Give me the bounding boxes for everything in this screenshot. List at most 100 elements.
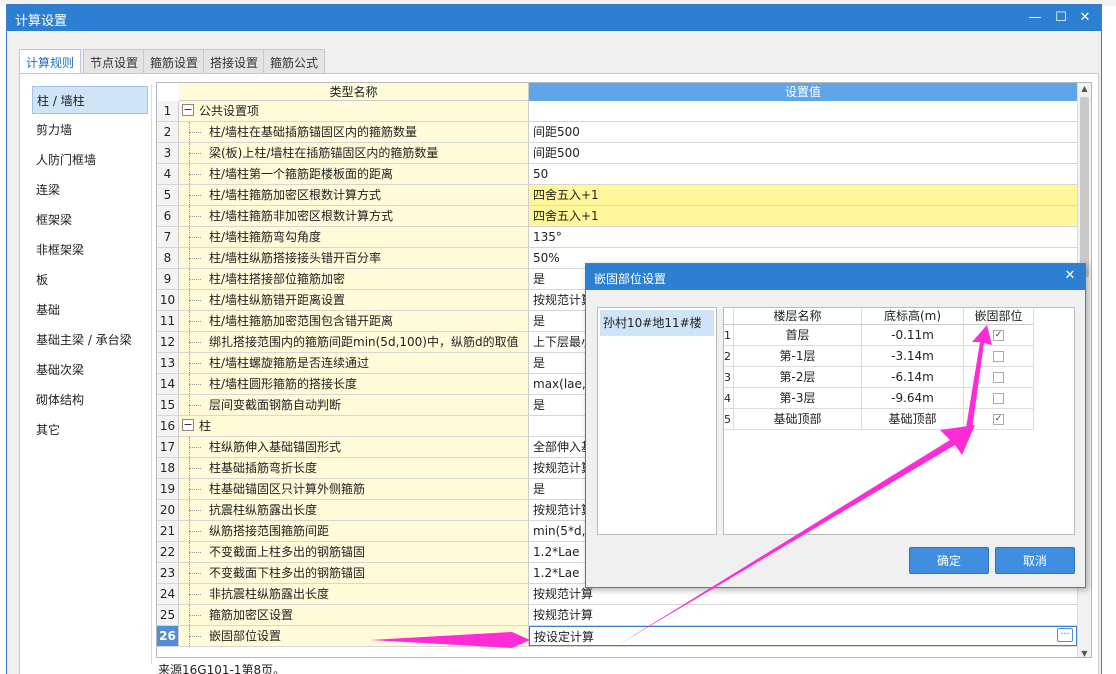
tree-branch bbox=[189, 489, 201, 490]
row-type-name[interactable]: − 公共设置项 bbox=[179, 101, 529, 121]
row-label: 层间变截面钢筋自动判断 bbox=[209, 398, 342, 412]
row-type-name[interactable]: 柱纵筋伸入基础锚固形式 bbox=[179, 437, 529, 457]
nav-coupling-beam[interactable]: 连梁 bbox=[32, 176, 148, 204]
table-row[interactable]: 26 嵌固部位设置 按设定计算 ··· bbox=[157, 626, 1077, 647]
collapse-icon[interactable]: − bbox=[182, 419, 194, 431]
collapse-icon[interactable]: − bbox=[182, 104, 194, 116]
cancel-button[interactable]: 取消 bbox=[995, 547, 1075, 574]
row-type-name[interactable]: − 柱 bbox=[179, 416, 529, 436]
nav-slab[interactable]: 板 bbox=[32, 266, 148, 294]
scroll-down-icon[interactable]: ▼ bbox=[1080, 649, 1089, 657]
row-type-name[interactable]: 箍筋加密区设置 bbox=[179, 605, 529, 625]
minimize-button[interactable]: — bbox=[1025, 8, 1045, 28]
row-setting-value[interactable]: 四舍五入+1 bbox=[529, 206, 1077, 226]
row-setting-value[interactable]: 按规范计算 bbox=[529, 605, 1077, 625]
nav-foundation[interactable]: 基础 bbox=[32, 296, 148, 324]
ok-button[interactable]: 确定 bbox=[909, 547, 989, 574]
row-type-name[interactable]: 柱/墙柱螺旋箍筋是否连续通过 bbox=[179, 353, 529, 373]
edit-ellipsis-button[interactable]: ··· bbox=[1057, 628, 1073, 642]
tab-stirrup-formula[interactable]: 箍筋公式 bbox=[263, 49, 326, 73]
table-row[interactable]: 5 柱/墙柱箍筋加密区根数计算方式 四舍五入+1 bbox=[157, 185, 1077, 206]
tab-lap-settings[interactable]: 搭接设置 bbox=[203, 49, 266, 73]
table-row[interactable]: 6 柱/墙柱箍筋非加密区根数计算方式 四舍五入+1 bbox=[157, 206, 1077, 227]
nav-column[interactable]: 柱 / 墙柱 bbox=[32, 86, 148, 114]
row-type-name[interactable]: 绑扎搭接范围内的箍筋间距min(5d,100)中，纵筋d的取值 bbox=[179, 332, 529, 352]
column-header-setting-value[interactable]: 设置值 bbox=[529, 83, 1077, 101]
floor-row[interactable]: 1 首层 -0.11m ✓ bbox=[724, 325, 1034, 346]
floor-grid: 楼层名称 底标高(m) 嵌固部位 1 首层 -0.11m ✓ 2 第-1层 -3.14m 3 第… bbox=[723, 307, 1075, 535]
nav-foundation-secondary-beam[interactable]: 基础次梁 bbox=[32, 356, 148, 384]
row-type-name[interactable]: 梁(板)上柱/墙柱在插筋锚固区内的箍筋数量 bbox=[179, 143, 529, 163]
embed-checkbox-checked[interactable]: ✓ bbox=[993, 414, 1004, 425]
nav-non-frame-beam[interactable]: 非框架梁 bbox=[32, 236, 148, 264]
embed-checkbox-checked[interactable]: ✓ bbox=[993, 330, 1004, 341]
table-row[interactable]: 7 柱/墙柱箍筋弯勾角度 135° bbox=[157, 227, 1077, 248]
row-number: 19 bbox=[157, 479, 179, 499]
tab-node-settings[interactable]: 节点设置 bbox=[83, 49, 146, 73]
floor-row[interactable]: 5 基础顶部 基础顶部 ✓ bbox=[724, 409, 1034, 430]
row-setting-value[interactable]: 间距500 bbox=[529, 143, 1077, 163]
row-setting-value[interactable]: 按设定计算 bbox=[529, 626, 1077, 646]
table-row[interactable]: 1− 公共设置项 bbox=[157, 101, 1077, 122]
row-type-name[interactable]: 嵌固部位设置 bbox=[179, 626, 529, 646]
tree-branch bbox=[189, 510, 201, 511]
embed-checkbox[interactable] bbox=[993, 351, 1004, 362]
row-setting-value[interactable]: 135° bbox=[529, 227, 1077, 247]
nav-masonry[interactable]: 砌体结构 bbox=[32, 386, 148, 414]
row-type-name[interactable]: 柱基础插筋弯折长度 bbox=[179, 458, 529, 478]
row-type-name[interactable]: 柱/墙柱第一个箍筋距楼板面的距离 bbox=[179, 164, 529, 184]
floor-row[interactable]: 3 第-2层 -6.14m bbox=[724, 367, 1034, 388]
row-label: 柱/墙柱搭接部位箍筋加密 bbox=[209, 272, 346, 286]
embed-checkbox[interactable] bbox=[993, 393, 1004, 404]
building-item[interactable]: 孙村10#地11#楼 bbox=[600, 310, 714, 336]
row-type-name[interactable]: 柱基础锚固区只计算外侧箍筋 bbox=[179, 479, 529, 499]
nav-civil-defense-door-wall[interactable]: 人防门框墙 bbox=[32, 146, 148, 174]
row-type-name[interactable]: 柱/墙柱纵筋搭接接头错开百分率 bbox=[179, 248, 529, 268]
floor-bottom-elevation: -9.64m bbox=[862, 388, 964, 409]
scroll-up-icon[interactable]: ▲ bbox=[1080, 84, 1089, 93]
row-type-name[interactable]: 柱/墙柱纵筋错开距离设置 bbox=[179, 290, 529, 310]
embed-checkbox[interactable] bbox=[993, 372, 1004, 383]
table-row[interactable]: 2 柱/墙柱在基础插筋锚固区内的箍筋数量 间距500 bbox=[157, 122, 1077, 143]
row-type-name[interactable]: 柱/墙柱箍筋加密范围包含错开距离 bbox=[179, 311, 529, 331]
row-type-name[interactable]: 柱/墙柱箍筋弯勾角度 bbox=[179, 227, 529, 247]
nav-shear-wall[interactable]: 剪力墙 bbox=[32, 116, 148, 144]
dialog-close-button[interactable]: ✕ bbox=[1061, 267, 1079, 285]
tab-calc-rules[interactable]: 计算规则 bbox=[19, 49, 82, 74]
row-type-name[interactable]: 抗震柱纵筋露出长度 bbox=[179, 500, 529, 520]
row-setting-value[interactable]: 间距500 bbox=[529, 122, 1077, 142]
row-type-name[interactable]: 不变截面下柱多出的钢筋锚固 bbox=[179, 563, 529, 583]
row-type-name[interactable]: 纵筋搭接范围箍筋间距 bbox=[179, 521, 529, 541]
tab-stirrup-settings[interactable]: 箍筋设置 bbox=[143, 49, 206, 73]
row-setting-value[interactable]: 50 bbox=[529, 164, 1077, 184]
column-header-type-name[interactable]: 类型名称 bbox=[179, 83, 529, 101]
floor-name: 首层 bbox=[734, 325, 862, 346]
nav-other[interactable]: 其它 bbox=[32, 416, 148, 444]
table-row[interactable]: 4 柱/墙柱第一个箍筋距楼板面的距离 50 bbox=[157, 164, 1077, 185]
scroll-thumb[interactable] bbox=[1080, 97, 1089, 277]
row-type-name[interactable]: 不变截面上柱多出的钢筋锚固 bbox=[179, 542, 529, 562]
embed-position-cell bbox=[964, 346, 1034, 367]
row-label: 柱/墙柱在基础插筋锚固区内的箍筋数量 bbox=[209, 125, 418, 139]
tree-branch bbox=[189, 384, 201, 385]
row-type-name[interactable]: 柱/墙柱搭接部位箍筋加密 bbox=[179, 269, 529, 289]
nav-foundation-main-beam[interactable]: 基础主梁 / 承台梁 bbox=[32, 326, 148, 354]
row-setting-value[interactable]: 四舍五入+1 bbox=[529, 185, 1077, 205]
floor-row[interactable]: 2 第-1层 -3.14m bbox=[724, 346, 1034, 367]
row-type-name[interactable]: 柱/墙柱箍筋加密区根数计算方式 bbox=[179, 185, 529, 205]
row-setting-value[interactable] bbox=[529, 101, 1077, 121]
row-number: 1 bbox=[157, 101, 179, 121]
table-row[interactable]: 25 箍筋加密区设置 按规范计算 bbox=[157, 605, 1077, 626]
nav-frame-beam[interactable]: 框架梁 bbox=[32, 206, 148, 234]
maximize-button[interactable]: ☐ bbox=[1051, 8, 1071, 28]
row-type-name[interactable]: 层间变截面钢筋自动判断 bbox=[179, 395, 529, 415]
table-row[interactable]: 3 梁(板)上柱/墙柱在插筋锚固区内的箍筋数量 间距500 bbox=[157, 143, 1077, 164]
row-number: 21 bbox=[157, 521, 179, 541]
close-window-button[interactable]: ✕ bbox=[1075, 8, 1095, 28]
floor-row[interactable]: 4 第-3层 -9.64m bbox=[724, 388, 1034, 409]
dialog-title: 嵌固部位设置 bbox=[594, 272, 667, 286]
row-type-name[interactable]: 非抗震柱纵筋露出长度 bbox=[179, 584, 529, 604]
row-type-name[interactable]: 柱/墙柱圆形箍筋的搭接长度 bbox=[179, 374, 529, 394]
row-type-name[interactable]: 柱/墙柱箍筋非加密区根数计算方式 bbox=[179, 206, 529, 226]
row-type-name[interactable]: 柱/墙柱在基础插筋锚固区内的箍筋数量 bbox=[179, 122, 529, 142]
